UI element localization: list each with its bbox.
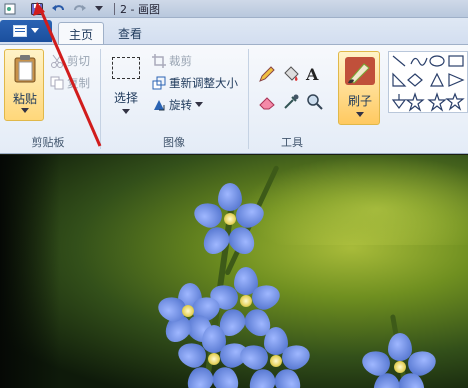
- tab-view[interactable]: 查看: [108, 22, 152, 44]
- chevron-down-icon: [31, 28, 39, 33]
- resize-button[interactable]: 重新调整大小: [152, 75, 238, 91]
- copy-icon: [50, 76, 64, 90]
- brushes-button[interactable]: 刷子: [338, 51, 380, 125]
- paste-label: 粘贴: [12, 92, 37, 106]
- clipboard-icon: [14, 55, 36, 83]
- paste-button[interactable]: 粘贴: [4, 49, 44, 121]
- ribbon: 粘贴 剪切 复制 剪贴板 选择 裁剪 重新调整大小 旋转 图像 A 工具 刷子: [0, 44, 468, 154]
- clipboard-group-label: 剪贴板: [31, 136, 65, 149]
- image-group-label: 图像: [163, 136, 185, 149]
- photo-shadow: [0, 155, 60, 388]
- bucket-icon: [284, 66, 299, 81]
- chevron-down-icon: [122, 109, 130, 114]
- pencil-icon: [259, 66, 275, 82]
- fill-tool[interactable]: [282, 65, 300, 86]
- scissors-icon: [51, 54, 63, 68]
- eyedropper-icon: [284, 94, 299, 109]
- rotate-label: 旋转: [169, 98, 192, 112]
- crop-button[interactable]: 裁剪: [152, 53, 192, 69]
- flower: [190, 183, 270, 263]
- group-divider: [248, 49, 249, 149]
- resize-icon: [152, 76, 166, 90]
- chevron-down-icon: [195, 102, 203, 107]
- title-separator: [112, 2, 116, 16]
- crop-label: 裁剪: [169, 54, 192, 68]
- shapes-icons: [391, 55, 465, 112]
- title-bar: 2 - 画图: [0, 0, 468, 18]
- select-label: 选择: [113, 91, 138, 105]
- selection-icon: [112, 57, 140, 79]
- cut-button[interactable]: 剪切: [50, 53, 90, 69]
- flower: [236, 327, 314, 388]
- chevron-down-icon: [356, 112, 364, 117]
- app-icon[interactable]: [4, 2, 16, 16]
- magnifier-icon: [307, 94, 323, 110]
- resize-label: 重新调整大小: [169, 76, 238, 90]
- group-divider: [100, 49, 101, 149]
- flower: [358, 333, 440, 388]
- shapes-gallery[interactable]: [388, 51, 468, 113]
- chevron-down-icon[interactable]: [94, 2, 104, 16]
- save-icon[interactable]: [30, 2, 44, 16]
- tab-home[interactable]: 主页: [58, 22, 105, 45]
- undo-icon[interactable]: [52, 2, 66, 16]
- file-menu-button[interactable]: [0, 20, 52, 42]
- rotate-button[interactable]: 旋转: [152, 97, 203, 113]
- rotate-icon: [154, 100, 165, 111]
- eraser-tool[interactable]: [258, 93, 276, 114]
- pencil-tool[interactable]: [258, 65, 276, 86]
- text-tool[interactable]: A: [306, 65, 318, 84]
- copy-label: 复制: [67, 76, 90, 90]
- tools-group-label: 工具: [281, 136, 303, 149]
- brush-icon: [345, 57, 375, 85]
- file-menu-icon: [13, 25, 27, 37]
- select-button[interactable]: 选择: [110, 55, 142, 117]
- chevron-down-icon: [21, 108, 29, 113]
- crop-icon: [152, 54, 166, 68]
- magnifier-tool[interactable]: [306, 93, 324, 114]
- redo-icon[interactable]: [72, 2, 86, 16]
- copy-button[interactable]: 复制: [50, 75, 90, 91]
- cut-label: 剪切: [67, 54, 90, 68]
- drawing-canvas[interactable]: [0, 155, 468, 388]
- color-picker-tool[interactable]: [282, 93, 300, 114]
- window-title: 2 - 画图: [120, 3, 160, 16]
- brushes-label: 刷子: [347, 94, 372, 108]
- eraser-icon: [259, 97, 275, 110]
